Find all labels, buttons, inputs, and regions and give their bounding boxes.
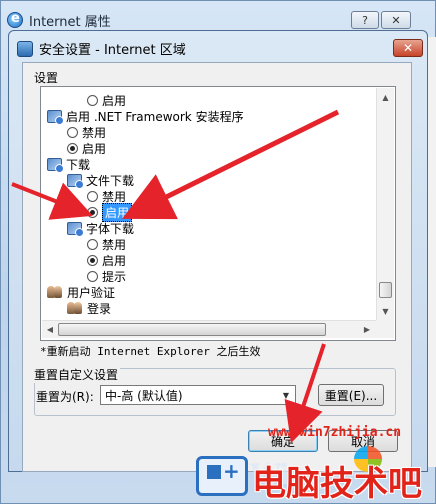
watermark-brand: 电脑技术吧 <box>252 464 422 504</box>
annotation-arrow-left <box>11 182 93 220</box>
watermark-url: www.win7zhijia.cn <box>268 425 402 440</box>
watermark-logo-icon <box>196 456 248 496</box>
annotation-arrow-right <box>122 109 340 220</box>
annotation-arrow-ok <box>284 343 326 444</box>
